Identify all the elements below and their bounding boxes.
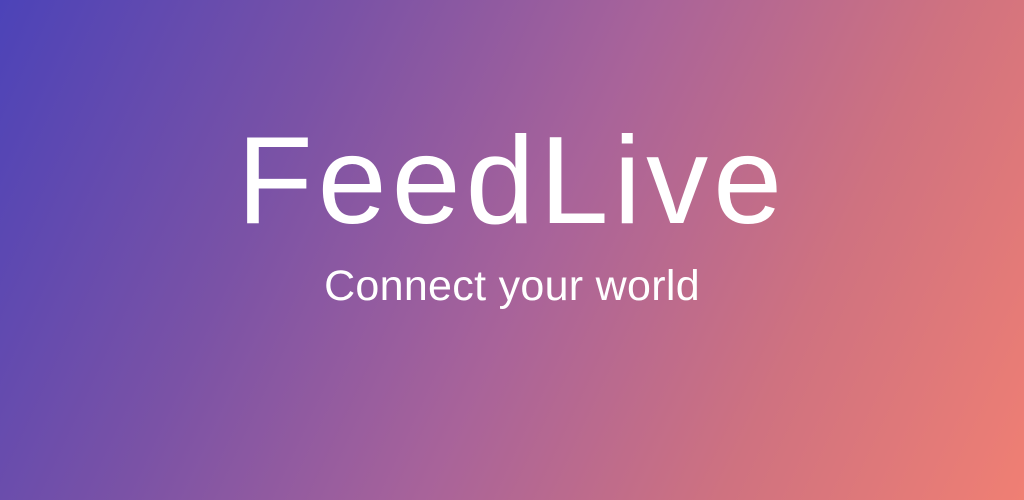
tagline: Connect your world [324, 262, 700, 310]
splash-banner: FeedLive Connect your world [0, 0, 1024, 500]
feedlive-logo: FeedLive [236, 112, 788, 250]
